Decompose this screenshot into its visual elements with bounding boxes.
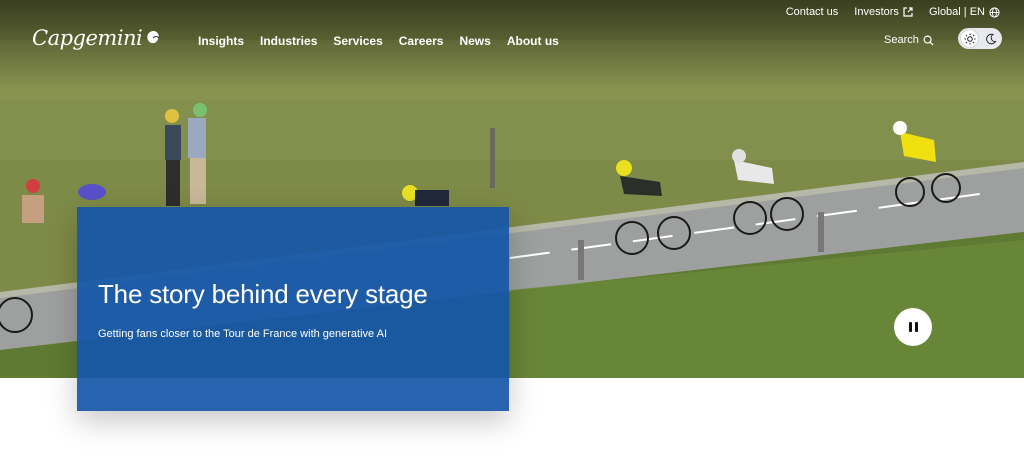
hero-story-card[interactable]: The story behind every stage Getting fan… [77, 207, 509, 411]
capgemini-logo[interactable]: Capgemini [32, 26, 163, 50]
pause-bar-left [908, 322, 912, 332]
contact-us-link[interactable]: Contact us [786, 6, 839, 18]
nav-item-careers[interactable]: Careers [399, 34, 444, 48]
search-icon [923, 35, 934, 46]
logo-wordmark: Capgemini [32, 26, 143, 50]
spade-logo-icon [147, 31, 160, 44]
dark-mode-option[interactable] [982, 30, 999, 47]
sun-icon [964, 33, 975, 44]
globe-icon [989, 6, 1000, 18]
page: Contact us Investors Global | EN Capgemi… [0, 0, 1024, 457]
utility-bar: Contact us Investors Global | EN [786, 6, 1000, 18]
pause-icon [908, 322, 918, 332]
nav-item-services[interactable]: Services [333, 34, 382, 48]
region-language-selector[interactable]: Global | EN [929, 6, 1000, 18]
nav-item-industries[interactable]: Industries [260, 34, 317, 48]
search-label: Search [884, 34, 919, 46]
pause-bar-right [914, 322, 918, 332]
main-nav: Insights Industries Services Careers New… [198, 34, 559, 48]
light-mode-option[interactable] [961, 30, 978, 47]
region-label: Global | EN [928, 6, 985, 18]
hero-subtitle: Getting fans closer to the Tour de Franc… [98, 328, 388, 340]
nav-item-about-us[interactable]: About us [507, 34, 559, 48]
theme-toggle[interactable] [958, 28, 1002, 49]
moon-icon [985, 33, 996, 44]
investors-link[interactable]: Investors [854, 6, 913, 18]
external-link-icon [903, 7, 913, 17]
video-pause-button[interactable] [894, 308, 932, 346]
hero-title: The story behind every stage [98, 279, 428, 309]
search-button[interactable]: Search [884, 34, 934, 46]
nav-item-insights[interactable]: Insights [198, 34, 244, 48]
nav-item-news[interactable]: News [459, 34, 490, 48]
investors-label: Investors [854, 6, 899, 18]
